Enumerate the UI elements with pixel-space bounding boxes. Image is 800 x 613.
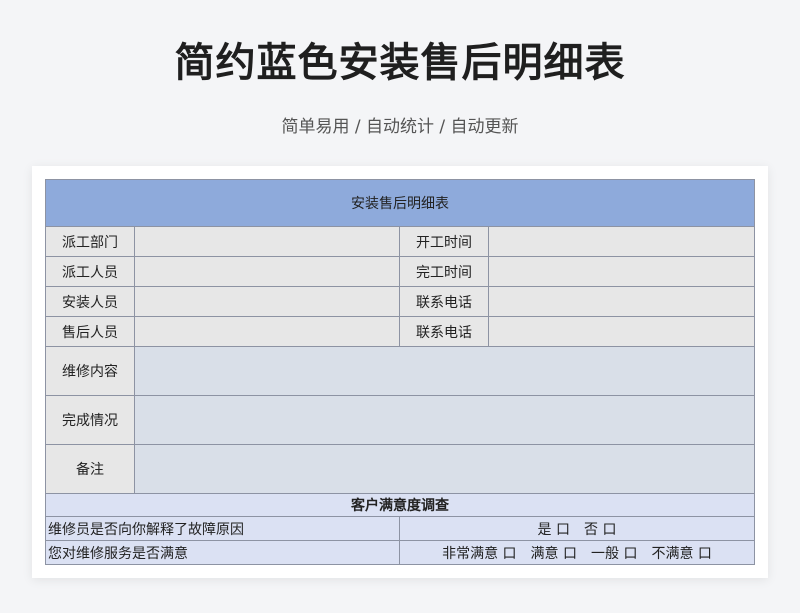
survey-options-2[interactable]: 非常满意 口 满意 口 一般 口 不满意 口 — [398, 540, 756, 565]
page-title: 简约蓝色安装售后明细表 — [174, 40, 626, 86]
survey-options-1[interactable]: 是 口 否 口 — [398, 516, 756, 541]
survey-question-2: 您对维修服务是否满意 — [45, 540, 400, 565]
label-phone-2: 联系电话 — [399, 316, 489, 347]
label-dispatch-staff: 派工人员 — [45, 256, 135, 287]
table-row: 派工部门 开工时间 — [45, 226, 756, 257]
label-remarks: 备注 — [45, 444, 135, 494]
label-after-sales-staff: 售后人员 — [45, 316, 135, 347]
table-row: 完成情况 — [45, 395, 756, 445]
value-phone-2[interactable] — [487, 316, 756, 347]
survey-question-1: 维修员是否向你解释了故障原因 — [45, 516, 400, 541]
value-dispatch-staff[interactable] — [134, 256, 400, 287]
label-repair-content: 维修内容 — [45, 346, 135, 396]
value-after-sales-staff[interactable] — [134, 316, 400, 347]
spreadsheet-preview: 安装售后明细表 派工部门 开工时间 派工人员 完工时间 安装人员 联系电话 售后… — [32, 166, 768, 578]
label-finish-time: 完工时间 — [399, 256, 489, 287]
table-row: 备注 — [45, 444, 756, 494]
label-installer: 安装人员 — [45, 286, 135, 317]
value-installer[interactable] — [134, 286, 400, 317]
value-completion-status[interactable] — [133, 395, 756, 445]
label-completion-status: 完成情况 — [45, 395, 135, 445]
table-row: 派工人员 完工时间 — [45, 256, 756, 287]
after-sales-table: 安装售后明细表 派工部门 开工时间 派工人员 完工时间 安装人员 联系电话 售后… — [44, 179, 756, 565]
value-dispatch-department[interactable] — [134, 226, 400, 257]
table-row: 售后人员 联系电话 — [45, 316, 756, 347]
value-remarks[interactable] — [133, 444, 756, 494]
label-phone-1: 联系电话 — [399, 286, 489, 317]
sheet-title: 安装售后明细表 — [44, 179, 756, 227]
value-start-time[interactable] — [487, 226, 756, 257]
table-row: 您对维修服务是否满意 非常满意 口 满意 口 一般 口 不满意 口 — [45, 540, 756, 565]
label-start-time: 开工时间 — [399, 226, 489, 257]
page-subtitle: 简单易用 / 自动统计 / 自动更新 — [281, 117, 519, 137]
value-finish-time[interactable] — [487, 256, 756, 287]
table-row: 维修员是否向你解释了故障原因 是 口 否 口 — [45, 516, 756, 541]
survey-title: 客户满意度调查 — [44, 493, 756, 517]
value-phone-1[interactable] — [487, 286, 756, 317]
value-repair-content[interactable] — [133, 346, 756, 396]
label-dispatch-department: 派工部门 — [45, 226, 135, 257]
table-row: 维修内容 — [45, 346, 756, 396]
table-row: 安装人员 联系电话 — [45, 286, 756, 317]
